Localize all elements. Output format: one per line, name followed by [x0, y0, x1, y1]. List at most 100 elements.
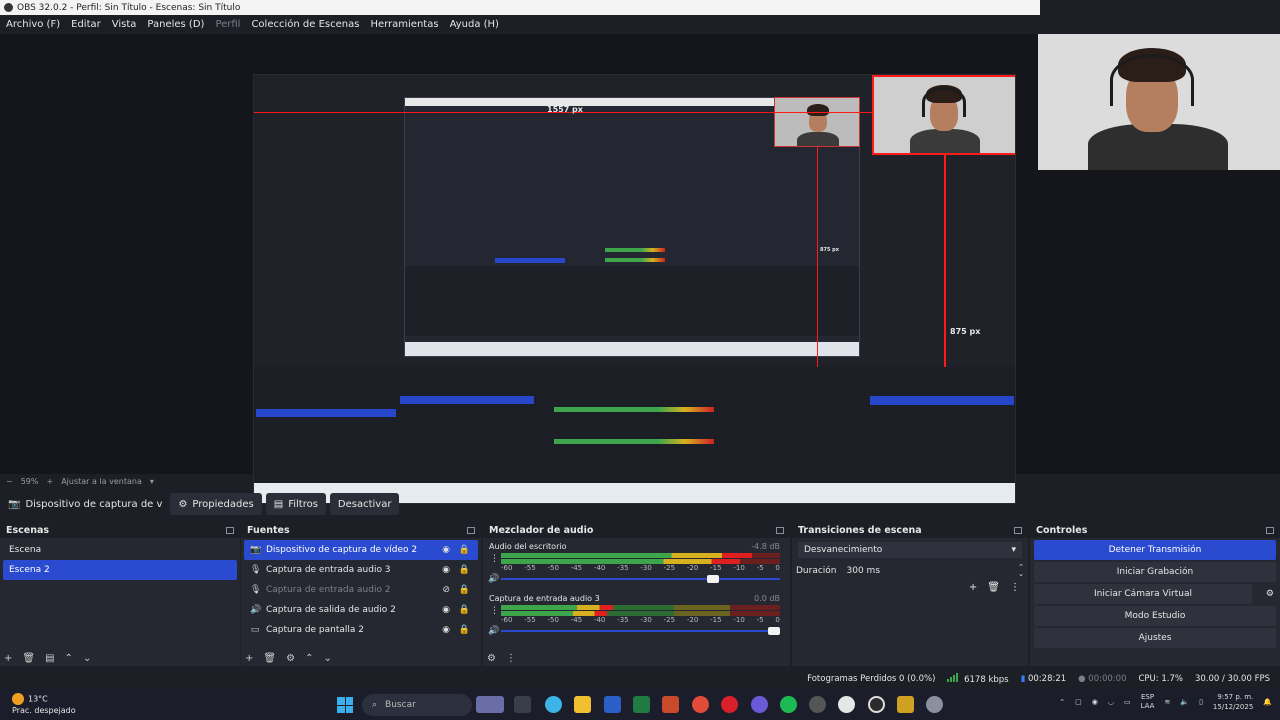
chevron-up-icon[interactable]: ⌃ — [1059, 698, 1065, 706]
advanced-audio-icon[interactable]: ⚙ — [487, 653, 496, 664]
menu-item-2[interactable]: Vista — [112, 19, 137, 30]
eye-icon[interactable]: ◉ — [442, 545, 450, 555]
menu-item-3[interactable]: Paneles (D) — [147, 19, 204, 30]
preview-area[interactable]: 1557 px 875 px 875 px — [0, 34, 1280, 504]
eye-icon[interactable]: ◉ — [442, 625, 450, 635]
tray-app-icon[interactable]: ▢ — [1075, 698, 1082, 706]
remove-transition-icon[interactable]: 🗑 — [987, 582, 1000, 593]
lock-icon[interactable]: 🔒 — [459, 545, 470, 555]
widget-icon[interactable] — [476, 696, 504, 713]
menu-item-6[interactable]: Herramientas — [370, 19, 438, 30]
virtual-cam-settings-icon[interactable]: ⚙ — [1266, 589, 1274, 599]
weather-widget[interactable]: 13°C Prac. despejado — [12, 693, 76, 716]
channel-menu-icon[interactable]: ⋮ — [490, 554, 499, 564]
zoom-dropdown-icon[interactable]: ▾ — [150, 477, 154, 486]
volume-knob[interactable] — [768, 627, 780, 635]
menu-item-0[interactable]: Archivo (F) — [6, 19, 60, 30]
move-up-icon[interactable]: ⌃ — [305, 653, 313, 664]
windows-start-icon[interactable] — [337, 697, 353, 713]
source-item[interactable]: 📷 Dispositivo de captura de vídeo 2 ◉ 🔒 — [244, 540, 478, 560]
remove-scene-icon[interactable]: 🗑 — [22, 653, 35, 664]
properties-button[interactable]: ⚙ Propiedades — [170, 493, 262, 515]
stop-stream-button[interactable]: Detener Transmisión — [1034, 540, 1276, 560]
menu-item-5[interactable]: Colección de Escenas — [251, 19, 359, 30]
webcam-source-selected[interactable] — [872, 75, 1015, 155]
app-icon[interactable] — [809, 696, 826, 713]
spotify-icon[interactable] — [780, 696, 797, 713]
transition-menu-icon[interactable]: ⋮ — [1010, 582, 1020, 593]
volume-slider[interactable] — [501, 575, 780, 583]
move-down-icon[interactable]: ⌄ — [323, 653, 331, 664]
tool-icon[interactable] — [897, 696, 914, 713]
move-up-icon[interactable]: ⌃ — [65, 653, 73, 664]
speaker-icon[interactable]: 🔊 — [488, 626, 499, 636]
lock-icon[interactable]: 🔒 — [459, 625, 470, 635]
deactivate-button[interactable]: Desactivar — [329, 493, 400, 515]
zoom-out-button[interactable]: − — [6, 477, 13, 486]
messenger-icon[interactable] — [751, 696, 768, 713]
undock-icon[interactable] — [1266, 526, 1274, 534]
filters-button[interactable]: ▤ Filtros — [265, 493, 326, 515]
lock-icon[interactable]: 🔒 — [459, 565, 470, 575]
language-indicator[interactable]: ESP LAA — [1141, 693, 1155, 711]
preview-canvas[interactable]: 1557 px 875 px 875 px — [253, 74, 1016, 504]
opera-icon[interactable] — [721, 696, 738, 713]
chrome-icon[interactable] — [692, 696, 709, 713]
settings-app-icon[interactable] — [926, 696, 943, 713]
lock-icon[interactable]: 🔒 — [459, 585, 470, 595]
source-item[interactable]: ▭ Captura de pantalla 2 ◉ 🔒 — [244, 620, 478, 640]
studio-mode-button[interactable]: Modo Estudio — [1034, 606, 1276, 626]
eye-icon[interactable]: ◉ — [442, 565, 450, 575]
scene-item[interactable]: Escena — [3, 540, 237, 560]
spin-arrows-icon[interactable]: ⌃ ⌄ — [1018, 564, 1024, 578]
eye-icon[interactable]: ◉ — [442, 605, 450, 615]
battery-icon[interactable]: ▭ — [1124, 698, 1131, 706]
transition-select[interactable]: Desvanecimiento ▾ — [798, 542, 1022, 558]
start-virtual-cam-button[interactable]: Iniciar Cámara Virtual ⚙ — [1034, 584, 1274, 604]
zoom-in-button[interactable]: + — [46, 477, 53, 486]
add-transition-icon[interactable]: + — [969, 582, 977, 593]
word-icon[interactable] — [604, 696, 621, 713]
scene-item[interactable]: Escena 2 — [3, 560, 237, 580]
volume-icon[interactable]: 🔈 — [1180, 698, 1189, 706]
settings-button[interactable]: Ajustes — [1034, 628, 1276, 648]
network-icon[interactable]: ◡ — [1108, 698, 1114, 706]
menu-item-7[interactable]: Ayuda (H) — [450, 19, 499, 30]
clock[interactable]: 9:57 p. m. 15/12/2025 — [1213, 692, 1253, 712]
undock-icon[interactable] — [226, 526, 234, 534]
source-item[interactable]: 🎙 Captura de entrada audio 3 ◉ 🔒 — [244, 560, 478, 580]
channel-menu-icon[interactable]: ⋮ — [490, 606, 499, 616]
obs-icon[interactable] — [868, 696, 885, 713]
fit-window-label[interactable]: Ajustar a la ventana — [61, 477, 142, 486]
speaker-icon[interactable]: 🔊 — [488, 574, 499, 584]
scene-filters-icon[interactable]: ▤ — [45, 653, 54, 664]
volume-slider[interactable] — [501, 627, 780, 635]
source-settings-icon[interactable]: ⚙ — [286, 653, 295, 664]
excel-icon[interactable] — [633, 696, 650, 713]
start-recording-button[interactable]: Iniciar Grabación — [1034, 562, 1276, 582]
undock-icon[interactable] — [467, 526, 475, 534]
task-view-icon[interactable] — [514, 696, 531, 713]
battery-status-icon[interactable]: ▯ — [1199, 698, 1203, 706]
source-item[interactable]: 🎙 Captura de entrada audio 2 ⊘ 🔒 — [244, 580, 478, 600]
eye-hidden-icon[interactable]: ⊘ — [442, 585, 450, 595]
mixer-menu-icon[interactable]: ⋮ — [506, 653, 516, 664]
move-down-icon[interactable]: ⌄ — [83, 653, 91, 664]
duration-input[interactable]: 300 ms — [847, 566, 1009, 576]
remove-source-icon[interactable]: 🗑 — [263, 653, 276, 664]
powerpoint-icon[interactable] — [662, 696, 679, 713]
wifi-icon[interactable]: ≋ — [1164, 698, 1170, 706]
capcut-icon[interactable] — [838, 696, 855, 713]
lock-icon[interactable]: 🔒 — [459, 605, 470, 615]
menu-item-1[interactable]: Editar — [71, 19, 101, 30]
volume-knob[interactable] — [706, 575, 719, 583]
copilot-icon[interactable] — [545, 696, 562, 713]
add-scene-icon[interactable]: + — [4, 653, 12, 664]
add-source-icon[interactable]: + — [245, 653, 253, 664]
undock-icon[interactable] — [1014, 526, 1022, 534]
undock-icon[interactable] — [776, 526, 784, 534]
taskbar-search[interactable]: ⌕ Buscar — [362, 694, 472, 716]
source-item[interactable]: 🔊 Captura de salida de audio 2 ◉ 🔒 — [244, 600, 478, 620]
file-explorer-icon[interactable] — [574, 696, 591, 713]
tray-app-icon[interactable]: ◉ — [1092, 698, 1098, 706]
